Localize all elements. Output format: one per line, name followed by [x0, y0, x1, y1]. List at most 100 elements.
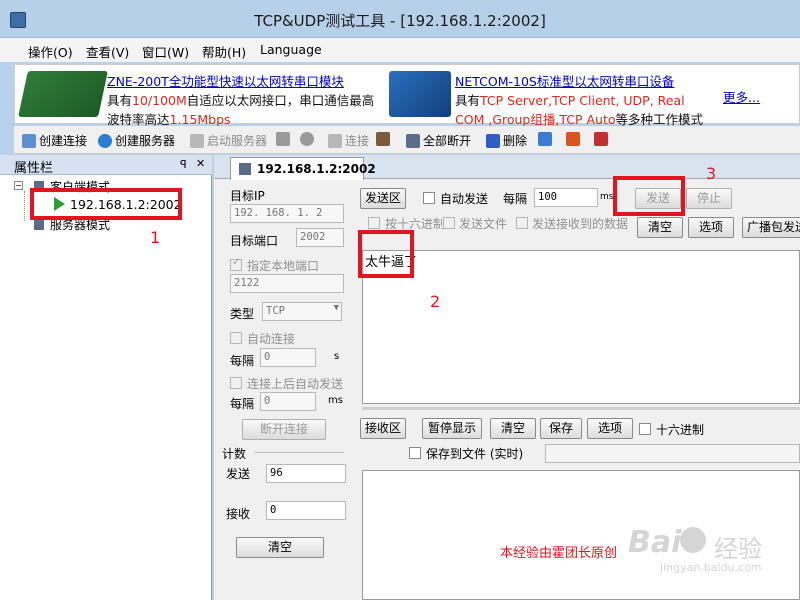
recv-count-label: 接收 [226, 507, 251, 521]
annotation-number-2: 2 [430, 292, 441, 311]
disconnect-all-button[interactable]: 全部断开 [406, 132, 471, 149]
ad1-title-link[interactable]: ZNE-200T全功能型快速以太网转串口模块 [107, 71, 374, 90]
server-mode-icon [34, 220, 44, 230]
pane-splitter[interactable] [362, 407, 800, 410]
auto-send-after-label: 连接上后自动发送 [247, 377, 344, 391]
interval-label-1: 每隔 [230, 354, 255, 368]
send-options-button[interactable]: 选项 [688, 217, 734, 238]
sent-count-field: 96 [266, 464, 346, 483]
recv-count-field: 0 [266, 501, 346, 520]
save-to-file-checkbox[interactable] [409, 447, 421, 459]
ad2-line1: 具有TCP Server,TCP Client, UDP, Real [455, 93, 685, 108]
gear-icon [538, 132, 552, 146]
interval-unit-s: s [334, 351, 340, 362]
target-ip-label: 目标IP [230, 189, 265, 203]
stop-send-button[interactable]: 停止 [686, 188, 732, 209]
start-server-icon [190, 133, 204, 148]
exit-icon-button[interactable] [594, 132, 608, 146]
send-area-button[interactable]: 发送区 [360, 188, 406, 209]
disconnect-icon-button[interactable] [376, 132, 390, 146]
local-port-field[interactable]: 2122 [230, 274, 344, 293]
broadcast-send-button[interactable]: 广播包发送 [742, 217, 800, 238]
property-panel: 属性栏 ꟼ ✕ − 客户端模式 192.168.1.2:2002 服务器模式 [0, 155, 212, 600]
connect-button[interactable]: 连接 [328, 132, 369, 149]
save-to-file-label: 保存到文件 (实时) [426, 447, 524, 461]
pin-icon[interactable]: ꟼ [180, 158, 187, 171]
auto-connect-checkbox[interactable] [230, 332, 242, 344]
save-file-path-field[interactable] [545, 444, 800, 463]
tab-connection[interactable]: 192.168.1.2:2002 [230, 157, 376, 180]
recv-hex-label: 十六进制 [656, 423, 705, 437]
connect-icon [328, 133, 342, 148]
clear-count-button[interactable]: 清空 [236, 537, 324, 558]
recv-save-button[interactable]: 保存 [540, 418, 582, 439]
recv-clear-button[interactable]: 清空 [490, 418, 536, 439]
interval-unit-ms: ms [328, 395, 343, 406]
menu-language[interactable]: Language [260, 42, 322, 57]
auto-send-after-checkbox[interactable] [230, 377, 242, 389]
create-connection-icon [22, 133, 36, 148]
annotation-box-1 [30, 188, 182, 220]
local-port-checkbox[interactable]: ✓ [230, 257, 242, 271]
send-interval-field[interactable]: 100 [534, 188, 598, 207]
menu-window[interactable]: 窗口(W) [142, 42, 189, 61]
interval-label-2: 每隔 [230, 397, 255, 411]
hex-send-checkbox[interactable] [368, 217, 380, 229]
record-icon-button[interactable] [566, 132, 580, 146]
stop-button[interactable] [300, 132, 314, 146]
type-label: 类型 [230, 307, 255, 321]
stats-label: 计数 [222, 447, 247, 461]
settings-icon-button[interactable] [538, 132, 552, 146]
send-clear-button[interactable]: 清空 [637, 217, 683, 238]
record-icon [566, 132, 580, 146]
server-icon-button[interactable] [276, 132, 290, 146]
annotation-box-2 [358, 230, 414, 278]
zne-module-image [18, 71, 108, 117]
toolbar: 创建连接 创建服务器 启动服务器 连接 全部断开 删除 [14, 126, 800, 154]
interval-field-1[interactable]: 0 [260, 348, 316, 367]
auto-send-label: 自动发送 [440, 192, 489, 206]
start-server-button[interactable]: 启动服务器 [190, 132, 267, 149]
pause-display-button[interactable]: 暂停显示 [422, 418, 482, 439]
send-text-area[interactable]: 太牛逼了 [362, 250, 800, 404]
tab-label: 192.168.1.2:2002 [257, 162, 376, 176]
tree-collapse-icon[interactable]: − [14, 181, 23, 190]
dropdown-arrow-icon: ▼ [333, 303, 339, 313]
watermark-site: jingyan.baidu.com [660, 561, 762, 574]
delete-button[interactable]: 删除 [486, 132, 527, 149]
server-icon [276, 132, 290, 146]
baidu-paw-icon [680, 527, 706, 553]
send-file-checkbox[interactable] [443, 217, 455, 229]
create-server-button[interactable]: 创建服务器 [98, 132, 175, 149]
ad2-title-link[interactable]: NETCOM-10S标准型以太网转串口设备 [455, 71, 703, 90]
menu-view[interactable]: 查看(V) [86, 42, 129, 61]
send-interval-label: 每隔 [503, 192, 528, 206]
sent-count-label: 发送 [226, 467, 251, 481]
send-interval-unit: ms [600, 192, 614, 202]
send-recv-data-label: 发送接收到的数据 [532, 217, 629, 231]
target-port-field[interactable]: 2002 [296, 228, 344, 247]
recv-options-button[interactable]: 选项 [587, 418, 633, 439]
type-select[interactable]: TCP ▼ [262, 302, 342, 321]
more-link[interactable]: 更多... [723, 87, 760, 106]
disconnect-all-icon [406, 133, 420, 148]
recv-hex-checkbox[interactable] [639, 423, 651, 435]
annotation-box-3 [613, 176, 685, 216]
target-ip-field[interactable]: 192. 168. 1. 2 [230, 204, 344, 223]
disconnect-icon [376, 132, 390, 146]
disconnect-button[interactable]: 断开连接 [242, 419, 326, 440]
menu-operation[interactable]: 操作(O) [28, 42, 73, 61]
annotation-number-3: 3 [706, 164, 717, 183]
create-connection-button[interactable]: 创建连接 [22, 132, 87, 149]
menu-bar: 操作(O) 查看(V) 窗口(W) 帮助(H) Language [0, 38, 800, 62]
close-icon[interactable]: ✕ [196, 157, 205, 170]
title-bar: TCP&UDP测试工具 - [192.168.1.2:2002] [0, 0, 800, 38]
auto-send-checkbox[interactable] [423, 192, 435, 204]
target-port-label: 目标端口 [230, 234, 279, 248]
create-server-icon [98, 133, 112, 148]
interval-field-2[interactable]: 0 [260, 392, 316, 411]
send-recv-data-checkbox[interactable] [516, 217, 528, 229]
exit-icon [594, 132, 608, 146]
menu-help[interactable]: 帮助(H) [202, 42, 246, 61]
recv-area-button[interactable]: 接收区 [360, 418, 406, 439]
